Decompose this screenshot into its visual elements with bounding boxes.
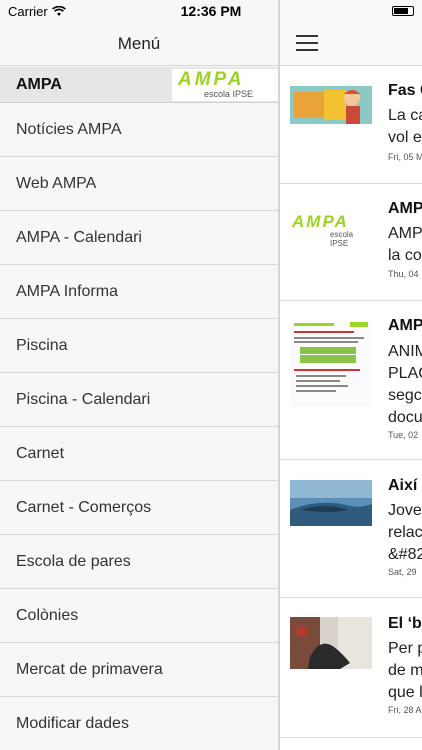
news-excerpt-line: docu xyxy=(388,409,422,426)
ampa-logo: AMPA escola IPSE xyxy=(172,69,278,101)
status-carrier: Carrier xyxy=(8,4,66,19)
menu-item-modificar-dades[interactable]: Modificar dades xyxy=(0,697,278,750)
logo-text: AMPA xyxy=(178,69,245,90)
news-thumbnail xyxy=(290,617,372,669)
news-title: Així xyxy=(388,477,418,494)
news-list: Fas C La ca vol e Fri, 05 M AMPA escola … xyxy=(280,67,422,738)
content-header xyxy=(280,0,422,66)
news-date: Sat, 29 xyxy=(388,567,417,577)
battery-icon xyxy=(392,6,414,16)
menu-header: Carrier Menú xyxy=(0,0,278,66)
menu-item-mercat-de-primavera[interactable]: Mercat de primavera xyxy=(0,643,278,697)
news-excerpt-line: la co xyxy=(388,247,422,264)
menu-item-colonies[interactable]: Colònies xyxy=(0,589,278,643)
news-excerpt-line: La ca xyxy=(388,107,422,124)
news-title: Fas C xyxy=(388,82,422,99)
menu-item-ampa-calendari[interactable]: AMPA - Calendari xyxy=(0,211,278,265)
menu-item-piscina-calendari[interactable]: Piscina - Calendari xyxy=(0,373,278,427)
news-item[interactable]: AMPA escola IPSE AMPA AMP la co Thu, 04 xyxy=(280,184,422,301)
news-thumbnail xyxy=(290,86,372,124)
news-date: Thu, 04 xyxy=(388,269,419,279)
menu-section-header: AMPA AMPA escola IPSE xyxy=(0,67,278,103)
news-date: Tue, 02 xyxy=(388,430,419,440)
thumb-logo-text: AMPA xyxy=(292,212,349,231)
news-excerpt-line: Per p xyxy=(388,640,422,657)
news-panel: Fas C La ca vol e Fri, 05 M AMPA escola … xyxy=(280,0,422,750)
thumb-logo-subtext: escola IPSE xyxy=(330,230,354,248)
news-excerpt-line: de m xyxy=(388,662,422,679)
news-item[interactable]: AMP ANIM PLAC segc docu Tue, 02 xyxy=(280,301,422,460)
news-thumbnail xyxy=(290,319,372,407)
news-date: Fri, 28 A xyxy=(388,705,422,715)
news-excerpt-line: ANIM xyxy=(388,343,422,360)
news-excerpt-line: que l xyxy=(388,684,422,701)
menu-item-noticies-ampa[interactable]: Notícies AMPA xyxy=(0,103,278,157)
news-excerpt-line: PLAC xyxy=(388,365,422,382)
menu-title: Menú xyxy=(117,34,161,53)
news-excerpt-line: AMP xyxy=(388,225,422,242)
menu-item-piscina[interactable]: Piscina xyxy=(0,319,278,373)
news-item[interactable]: Fas C La ca vol e Fri, 05 M xyxy=(280,67,422,184)
menu-list: Notícies AMPA Web AMPA AMPA - Calendari … xyxy=(0,103,278,750)
news-title: El ‘b xyxy=(388,615,422,632)
logo-subtext: escola IPSE xyxy=(204,89,254,99)
news-excerpt-line: segc xyxy=(388,387,422,404)
menu-item-web-ampa[interactable]: Web AMPA xyxy=(0,157,278,211)
news-excerpt-line: Jove xyxy=(388,502,422,519)
news-excerpt-line: &#82 xyxy=(388,546,422,563)
menu-item-carnet[interactable]: Carnet xyxy=(0,427,278,481)
news-date: Fri, 05 M xyxy=(388,152,422,162)
wifi-icon xyxy=(51,6,66,16)
news-thumbnail xyxy=(290,480,372,526)
menu-item-escola-de-pares[interactable]: Escola de pares xyxy=(0,535,278,589)
hamburger-menu-icon[interactable] xyxy=(296,35,318,51)
news-title: AMP xyxy=(388,317,422,334)
carrier-label: Carrier xyxy=(8,4,48,19)
news-item[interactable]: Així Jove relac &#82 Sat, 29 xyxy=(280,460,422,598)
side-menu: Carrier Menú AMPA AMPA escola IPSE Notíc… xyxy=(0,0,278,750)
news-excerpt-line: relac xyxy=(388,524,422,541)
news-title: AMPA xyxy=(388,200,422,217)
news-thumbnail: AMPA escola IPSE xyxy=(290,212,372,248)
menu-item-ampa-informa[interactable]: AMPA Informa xyxy=(0,265,278,319)
news-excerpt-line: vol e xyxy=(388,129,422,146)
news-item[interactable]: El ‘b Per p de m que l Fri, 28 A xyxy=(280,598,422,738)
section-label: AMPA xyxy=(16,76,62,93)
menu-item-carnet-comercos[interactable]: Carnet - Comerços xyxy=(0,481,278,535)
